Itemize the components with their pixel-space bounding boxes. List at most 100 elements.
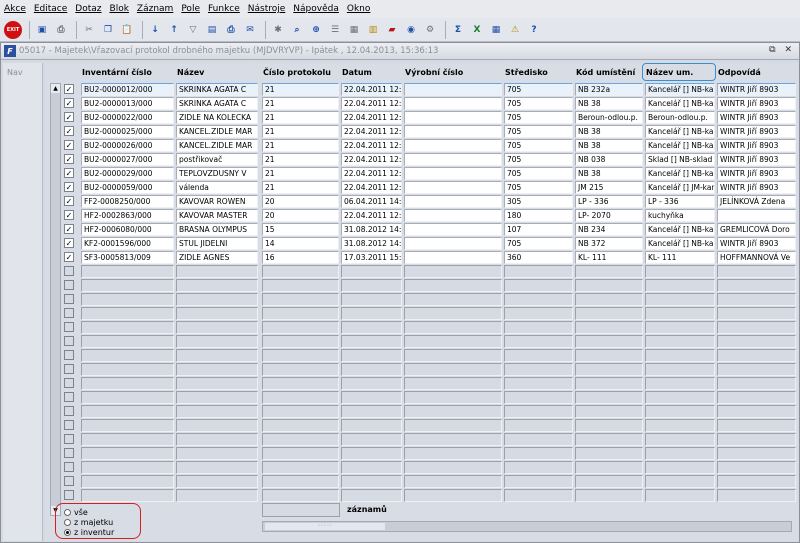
table-cell[interactable] xyxy=(717,489,796,502)
menu-item[interactable]: Okno xyxy=(347,4,371,14)
table-cell[interactable] xyxy=(504,489,573,502)
search-icon[interactable]: ⌕ xyxy=(289,22,305,38)
row-checkbox[interactable] xyxy=(64,294,74,304)
table-row[interactable]: ✓ HF2-0002863/000 KAVOVAR MASTER 20 22.04.20… xyxy=(45,209,798,223)
table-cell[interactable] xyxy=(176,475,258,488)
table-cell[interactable] xyxy=(341,377,402,390)
table-cell[interactable] xyxy=(176,349,258,362)
table-row[interactable] xyxy=(45,265,798,279)
table-cell[interactable]: 705 xyxy=(504,125,573,138)
sort-desc-icon[interactable]: ↑ xyxy=(166,22,182,38)
filter-icon[interactable]: ▽ xyxy=(185,22,201,38)
table-cell[interactable]: 705 xyxy=(504,111,573,124)
table-cell[interactable] xyxy=(504,279,573,292)
table-cell[interactable]: KAVOVAR ROWEN xyxy=(176,195,258,208)
row-checkbox[interactable] xyxy=(64,350,74,360)
table-cell[interactable]: Kancelář [] JM-kan xyxy=(645,181,715,194)
table-cell[interactable] xyxy=(341,279,402,292)
row-checkbox[interactable]: ✓ xyxy=(64,154,74,164)
table-cell[interactable]: HF2-0006080/000 xyxy=(81,223,174,236)
table-cell[interactable] xyxy=(404,167,502,180)
table-cell[interactable] xyxy=(717,377,796,390)
record-count-field[interactable] xyxy=(262,503,340,517)
table-cell[interactable]: BRASNA OLYMPUS xyxy=(176,223,258,236)
grid-icon[interactable]: ▦ xyxy=(346,22,362,38)
table-cell[interactable]: válenda xyxy=(176,181,258,194)
table-cell[interactable]: LP - 336 xyxy=(645,195,715,208)
table-cell[interactable] xyxy=(262,363,339,376)
list-icon[interactable]: ☰ xyxy=(327,22,343,38)
table-row[interactable] xyxy=(45,335,798,349)
paste-icon[interactable]: 📋 xyxy=(119,22,135,38)
table-cell[interactable]: BU2-0000029/000 xyxy=(81,167,174,180)
table-row[interactable]: ✓ BU2-0000026/000 KANCEL.ZIDLE MAR 21 22.04.… xyxy=(45,139,798,153)
table-cell[interactable]: 14 xyxy=(262,237,339,250)
row-checkbox[interactable] xyxy=(64,476,74,486)
table-cell[interactable]: JM 215 xyxy=(575,181,643,194)
table-cell[interactable] xyxy=(504,419,573,432)
table-cell[interactable] xyxy=(404,139,502,152)
table-cell[interactable]: Kancelář [] NB-kan xyxy=(645,223,715,236)
table-cell[interactable]: Kancelář [] NB-kan xyxy=(645,83,715,96)
row-checkbox[interactable]: ✓ xyxy=(64,182,74,192)
table-cell[interactable]: 16 xyxy=(262,251,339,264)
table-cell[interactable] xyxy=(575,433,643,446)
table-cell[interactable] xyxy=(81,335,174,348)
table-cell[interactable] xyxy=(575,475,643,488)
filter-radio[interactable]: z majetku xyxy=(64,518,113,527)
table-row[interactable] xyxy=(45,321,798,335)
table-cell[interactable]: 06.04.2011 14:2 xyxy=(341,195,402,208)
table-cell[interactable]: WINTR Jiří 8903 xyxy=(717,237,796,250)
table-cell[interactable]: Kancelář [] NB-kan xyxy=(645,167,715,180)
table-cell[interactable] xyxy=(404,307,502,320)
table-cell[interactable] xyxy=(341,293,402,306)
row-checkbox[interactable]: ✓ xyxy=(64,210,74,220)
nav-pane[interactable]: Nav xyxy=(3,63,43,541)
table-cell[interactable]: WINTR Jiří 8903 xyxy=(717,83,796,96)
table-cell[interactable] xyxy=(81,307,174,320)
table-row[interactable] xyxy=(45,405,798,419)
table-cell[interactable] xyxy=(717,461,796,474)
row-checkbox[interactable]: ✓ xyxy=(64,84,74,94)
table-cell[interactable]: 21 xyxy=(262,153,339,166)
table-cell[interactable]: 22.04.2011 12:3 xyxy=(341,167,402,180)
table-cell[interactable] xyxy=(575,363,643,376)
table-cell[interactable] xyxy=(645,461,715,474)
row-checkbox[interactable] xyxy=(64,336,74,346)
table-cell[interactable] xyxy=(404,363,502,376)
table-row[interactable] xyxy=(45,279,798,293)
table-cell[interactable]: Kancelář [] NB-kan xyxy=(645,125,715,138)
table-cell[interactable] xyxy=(176,405,258,418)
table-cell[interactable] xyxy=(81,419,174,432)
column-header[interactable]: Středisko xyxy=(505,68,548,77)
table-cell[interactable]: LP - 336 xyxy=(575,195,643,208)
column-header[interactable]: Kód umístění xyxy=(576,68,635,77)
table-cell[interactable] xyxy=(645,265,715,278)
table-cell[interactable]: WINTR Jiří 8903 xyxy=(717,181,796,194)
table-cell[interactable] xyxy=(645,475,715,488)
sum-icon[interactable]: Σ xyxy=(450,22,466,38)
table-cell[interactable] xyxy=(575,293,643,306)
menu-item[interactable]: Akce xyxy=(4,4,26,14)
table-cell[interactable]: 705 xyxy=(504,181,573,194)
table-cell[interactable]: 22.04.2011 12:3 xyxy=(341,153,402,166)
table-cell[interactable]: 705 xyxy=(504,97,573,110)
table-cell[interactable]: FF2-0008250/000 xyxy=(81,195,174,208)
table-row[interactable] xyxy=(45,461,798,475)
table-cell[interactable] xyxy=(262,391,339,404)
table-cell[interactable] xyxy=(504,265,573,278)
table-cell[interactable]: 22.04.2011 12:3 xyxy=(341,125,402,138)
tools-icon[interactable]: ✱ xyxy=(270,22,286,38)
table-cell[interactable] xyxy=(81,391,174,404)
table-cell[interactable] xyxy=(575,265,643,278)
table-cell[interactable] xyxy=(404,335,502,348)
table-row[interactable] xyxy=(45,419,798,433)
zoom-icon[interactable]: ⊕ xyxy=(308,22,324,38)
table-cell[interactable] xyxy=(262,447,339,460)
cut-icon[interactable]: ✂ xyxy=(81,22,97,38)
table-cell[interactable] xyxy=(575,447,643,460)
table-cell[interactable] xyxy=(645,391,715,404)
table-cell[interactable]: WINTR Jiří 8903 xyxy=(717,111,796,124)
table-cell[interactable] xyxy=(176,321,258,334)
table-cell[interactable]: KF2-0001596/000 xyxy=(81,237,174,250)
